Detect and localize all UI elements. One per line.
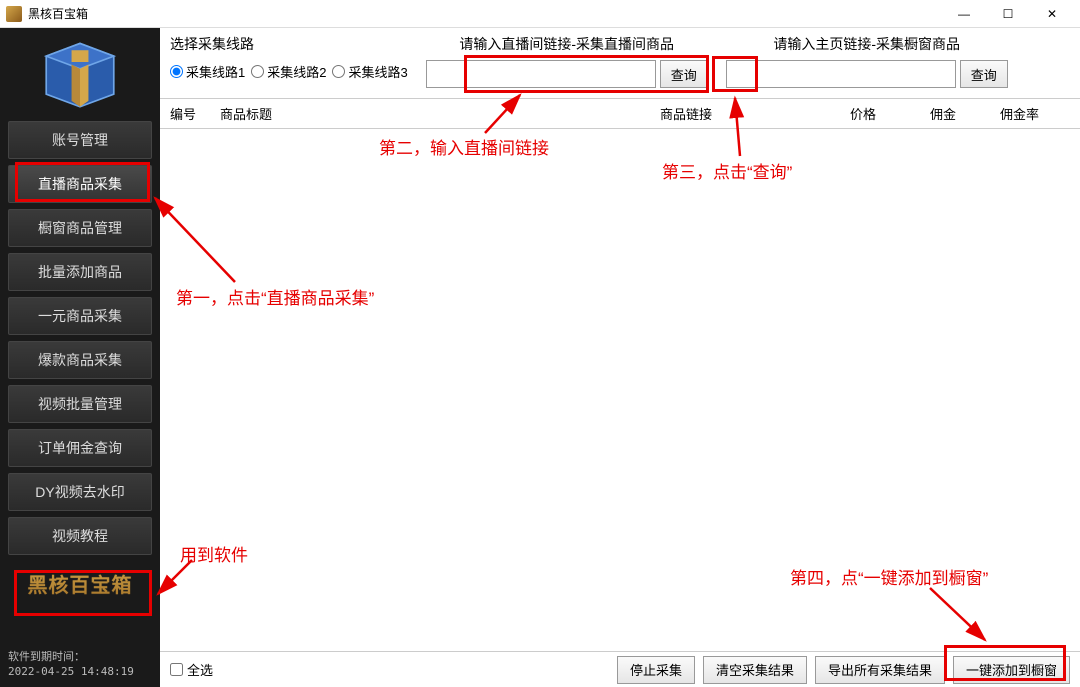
table-body (160, 129, 1080, 651)
shop-search-group: 请输入主页链接-采集橱窗商品 查询 (726, 34, 1008, 88)
nav-hot-collect[interactable]: 爆款商品采集 (8, 341, 152, 379)
route-3-radio[interactable] (332, 65, 345, 78)
select-all-checkbox[interactable] (170, 663, 183, 676)
th-price: 价格 (850, 104, 930, 123)
logo-box (0, 28, 160, 118)
sidebar-footer: 软件到期时间： 2022-04-25 14:48:19 (0, 643, 160, 687)
route-label: 选择采集线路 (170, 34, 408, 54)
nav-watermark[interactable]: DY视频去水印 (8, 473, 152, 511)
export-button[interactable]: 导出所有采集结果 (815, 656, 945, 684)
nav-batch-add[interactable]: 批量添加商品 (8, 253, 152, 291)
live-query-button[interactable]: 查询 (660, 60, 708, 88)
shop-search-label: 请输入主页链接-采集橱窗商品 (726, 34, 1008, 54)
nav-window-manage[interactable]: 橱窗商品管理 (8, 209, 152, 247)
expire-label: 软件到期时间： (8, 649, 152, 664)
live-search-label: 请输入直播间链接-采集直播间商品 (426, 34, 708, 54)
expire-date: 2022-04-25 14:48:19 (8, 664, 152, 679)
minimize-button[interactable]: — (942, 1, 986, 27)
route-2[interactable]: 采集线路2 (251, 62, 326, 81)
select-all-label: 全选 (187, 660, 213, 679)
route-3[interactable]: 采集线路3 (332, 62, 407, 81)
stop-button[interactable]: 停止采集 (617, 656, 695, 684)
close-button[interactable]: ✕ (1030, 1, 1074, 27)
th-title: 商品标题 (220, 104, 660, 123)
live-link-input[interactable] (426, 60, 656, 88)
table-header: 编号 商品标题 商品链接 价格 佣金 佣金率 (160, 98, 1080, 129)
nav-live-collect[interactable]: 直播商品采集 (8, 165, 152, 203)
nav-commission[interactable]: 订单佣金查询 (8, 429, 152, 467)
th-link: 商品链接 (660, 104, 850, 123)
nav-one-yuan[interactable]: 一元商品采集 (8, 297, 152, 335)
nav-account[interactable]: 账号管理 (8, 121, 152, 159)
shop-query-button[interactable]: 查询 (960, 60, 1008, 88)
main-panel: 选择采集线路 采集线路1 采集线路2 采集线路3 请输入直播间链接-采集直播间商… (160, 28, 1080, 687)
toolbar: 选择采集线路 采集线路1 采集线路2 采集线路3 请输入直播间链接-采集直播间商… (160, 28, 1080, 98)
route-1[interactable]: 采集线路1 (170, 62, 245, 81)
th-rate: 佣金率 (1000, 104, 1070, 123)
brand-logo: 黑核百宝箱 (8, 562, 152, 604)
live-search-group: 请输入直播间链接-采集直播间商品 查询 (426, 34, 708, 88)
footer-bar: 全选 停止采集 清空采集结果 导出所有采集结果 一键添加到橱窗 (160, 651, 1080, 687)
sidebar: 账号管理 直播商品采集 橱窗商品管理 批量添加商品 一元商品采集 爆款商品采集 … (0, 28, 160, 687)
maximize-button[interactable]: ☐ (986, 1, 1030, 27)
nav-tutorial[interactable]: 视频教程 (8, 517, 152, 555)
app-icon (6, 6, 22, 22)
route-2-radio[interactable] (251, 65, 264, 78)
treasure-box-icon (37, 35, 123, 111)
th-id: 编号 (170, 104, 220, 123)
add-to-window-button[interactable]: 一键添加到橱窗 (953, 656, 1070, 684)
titlebar: 黑核百宝箱 — ☐ ✕ (0, 0, 1080, 28)
clear-button[interactable]: 清空采集结果 (703, 656, 807, 684)
nav-video-manage[interactable]: 视频批量管理 (8, 385, 152, 423)
route-1-radio[interactable] (170, 65, 183, 78)
route-group: 选择采集线路 采集线路1 采集线路2 采集线路3 (170, 34, 408, 81)
th-comm: 佣金 (930, 104, 1000, 123)
window-title: 黑核百宝箱 (28, 5, 88, 22)
shop-link-input[interactable] (726, 60, 956, 88)
